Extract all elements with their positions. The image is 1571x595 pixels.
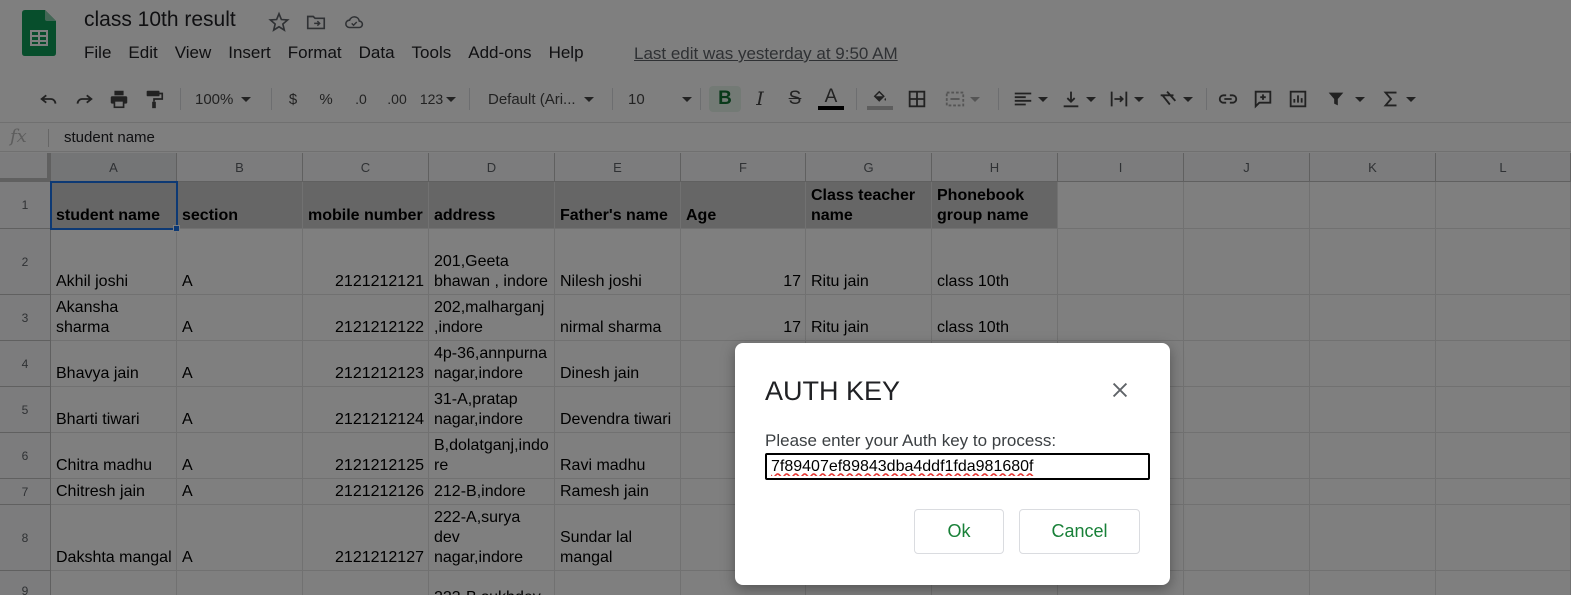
ok-button[interactable]: Ok [914, 509, 1004, 554]
auth-key-label: Please enter your Auth key to process: [765, 431, 1057, 450]
auth-key-dialog: AUTH KEY Please enter your Auth key to p… [735, 343, 1170, 585]
dialog-title: AUTH KEY [765, 376, 901, 406]
auth-key-input[interactable] [765, 453, 1150, 480]
cancel-button[interactable]: Cancel [1019, 509, 1140, 554]
close-icon[interactable] [1109, 379, 1131, 401]
